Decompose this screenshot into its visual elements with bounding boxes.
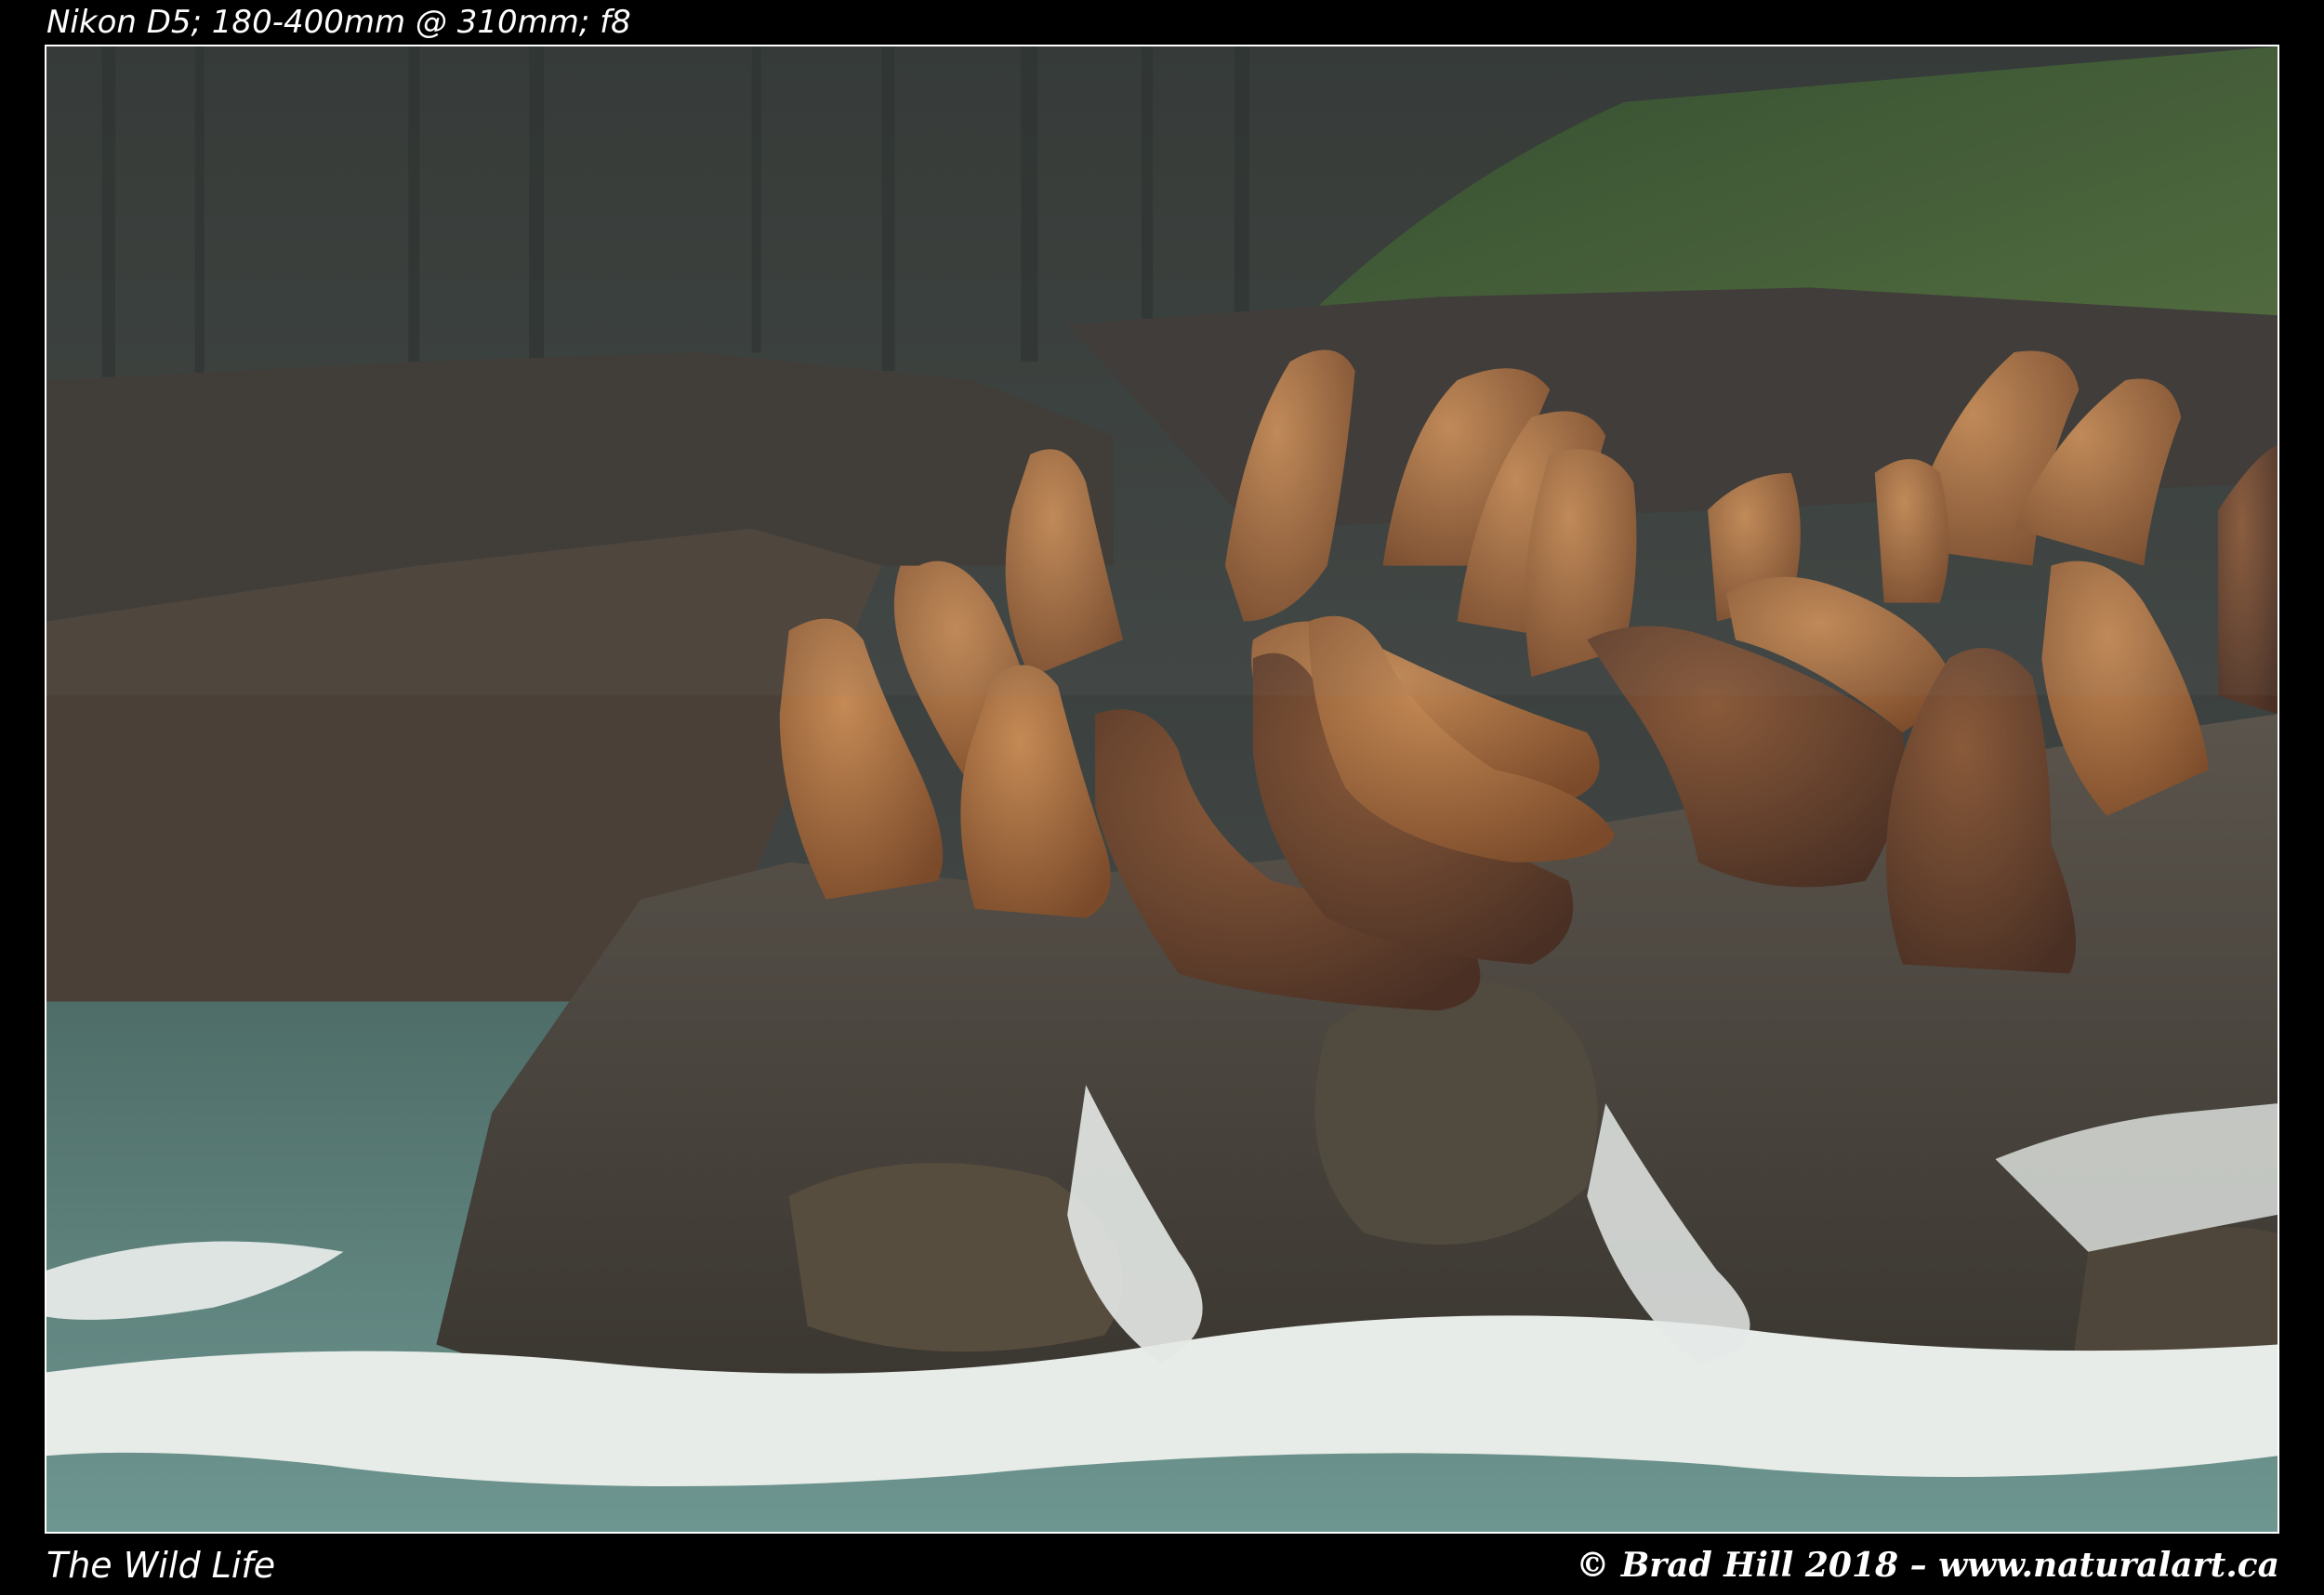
series-title-caption: The Wild Life xyxy=(46,1545,276,1586)
sea-lion-photo xyxy=(46,46,2278,1532)
copyright-caption: © Brad Hill 2018 – www.naturalart.ca xyxy=(1576,1546,2279,1585)
camera-info-caption: Nikon D5; 180-400mm @ 310mm; f8 xyxy=(46,4,631,41)
fog-overlay xyxy=(46,46,2278,696)
rock-boulder-center xyxy=(1314,980,1598,1246)
photo-frame xyxy=(45,45,2279,1534)
